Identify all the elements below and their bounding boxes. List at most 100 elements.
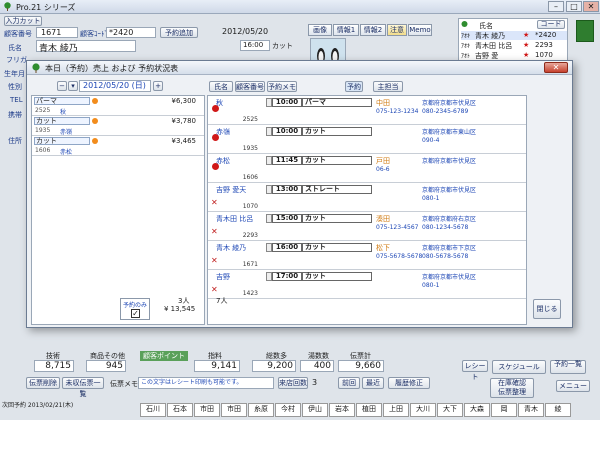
delete-slip-button[interactable]: 伝票削除 — [26, 377, 60, 389]
status-dot-icon — [92, 98, 98, 104]
status-dot-icon — [92, 138, 98, 144]
reservation-row[interactable]: ✕ 吉野 愛天 1070 13:00 ストレート 京都府京都市伏見区 080-1 — [208, 183, 526, 212]
minimize-button[interactable]: – — [548, 1, 564, 12]
close-window-button[interactable]: ✕ — [583, 1, 599, 12]
unsettled-list-button[interactable]: 未収伝票一覧 — [62, 377, 104, 398]
reservation-row[interactable]: 赤松 1606 11:45 カット 戸田 06-6 京都府京都市伏見区 — [208, 154, 526, 183]
reservation-row[interactable]: ✕ 吉野 1423 17:00 カット 京都府京都市伏見区 080-1 — [208, 270, 526, 299]
staff-cell[interactable]: 今村 — [275, 403, 301, 417]
list-header-code[interactable]: コード — [537, 20, 565, 29]
day-down-icon[interactable]: ▾ — [68, 81, 78, 91]
prev-day-button[interactable]: − — [57, 81, 67, 91]
staff-cell[interactable]: 岡 — [491, 403, 517, 417]
next-day-button[interactable]: + — [153, 81, 163, 91]
row-customer-name: 青木田 比呂 — [216, 215, 254, 223]
window-titlebar: Pro.21 シリーズ – □ ✕ — [0, 0, 600, 14]
staff-cell[interactable]: 綾 — [545, 403, 571, 417]
tab-caution[interactable]: 注意 — [387, 24, 407, 36]
staff-cell[interactable]: 上田 — [383, 403, 409, 417]
staff-cell[interactable]: 岩本 — [329, 403, 355, 417]
reservation-pane: 秋 2525 10:00 パーマ 中田 075-123-1234 京都府京都市伏… — [207, 95, 527, 325]
add-reservation-button[interactable]: 予約追加 — [160, 27, 198, 38]
cust-no-label: 顧客番号 — [4, 30, 32, 38]
row-time: 13:00 — [272, 185, 302, 194]
row-stylist: 中田 — [376, 99, 390, 107]
tab-info2[interactable]: 情報2 — [360, 24, 386, 36]
footer-value-fee: 9,141 — [194, 360, 240, 372]
reservation-column-header[interactable]: 予約 — [345, 81, 363, 92]
app-window: Pro.21 シリーズ – □ ✕ 入力カット 顧客番号 1671 顧客ｺｰﾄﾞ… — [0, 0, 600, 450]
status-dot-icon — [92, 118, 98, 124]
staff-cell[interactable]: 市田 — [194, 403, 220, 417]
sales-row[interactable]: カット 1935 赤嶺 ¥3,780 — [32, 116, 204, 136]
row-time: 11:45 — [272, 156, 302, 165]
staff-cell[interactable]: 大森 — [464, 403, 490, 417]
close-dialog-button[interactable]: 閉じる — [533, 299, 561, 319]
row-phone: 075-5678-5678 — [376, 253, 423, 260]
input-cut-tag[interactable]: 入力カット — [4, 16, 42, 26]
cust-no-field[interactable]: 1671 — [36, 27, 78, 38]
reservation-row[interactable]: ✕ 青木 綾乃 1671 16:00 カット 松下 075-5678-5678 … — [208, 241, 526, 270]
cust-code-field[interactable]: *2420 — [106, 27, 156, 38]
dialog-close-icon[interactable]: ✕ — [544, 62, 568, 73]
maximize-button[interactable]: □ — [566, 1, 582, 12]
row-customer-id: 2293 — [242, 232, 258, 239]
app-tree-icon — [3, 2, 12, 11]
staff-cell[interactable]: 市田 — [221, 403, 247, 417]
addr-label: 住所 — [8, 137, 22, 145]
list-item[interactable]: ｱｵﾄ 吉野 愛 ★ 1070 — [461, 51, 567, 60]
sort-custno-button[interactable]: 顧客番号 — [235, 81, 265, 92]
tab-info1[interactable]: 情報1 — [333, 24, 359, 36]
menu-button[interactable]: メニュー — [556, 380, 590, 392]
reservation-row[interactable]: ✕ 青木田 比呂 2293 15:00 カット 湊田 075-123-4567 … — [208, 212, 526, 241]
checkbox-icon[interactable]: ✓ — [131, 309, 140, 318]
stock-check-button[interactable]: 在庫確認 伝票整理 — [490, 378, 534, 398]
sales-id: 1935 — [35, 127, 51, 134]
staff-cell[interactable]: 大下 — [437, 403, 463, 417]
row-customer-name: 青木 綾乃 — [216, 244, 247, 252]
reservation-only-label: 予約のみ — [123, 302, 148, 309]
tab-memo[interactable]: Memo — [408, 24, 432, 36]
staff-cell[interactable]: 糸原 — [248, 403, 274, 417]
receipt-button[interactable]: レシート — [462, 360, 488, 381]
cancel-x-icon: ✕ — [211, 285, 218, 294]
sort-name-button[interactable]: 氏名 — [209, 81, 233, 92]
bg-time-field[interactable]: 16:00 — [240, 40, 270, 51]
memo-label: 伝票メモ — [110, 380, 138, 388]
staff-cell[interactable]: 大川 — [410, 403, 436, 417]
row-service: パーマ — [302, 98, 372, 107]
reservation-row[interactable]: 赤嶺 1935 10:00 カット 京都府京都市東山区 090-4 — [208, 125, 526, 154]
cancel-x-icon: ✕ — [211, 198, 218, 207]
staff-cell[interactable]: 青木 — [518, 403, 544, 417]
daily-reservation-dialog: 本日（予約）売上 および 予約状況表 ✕ − ▾ 2012/05/20 (日) … — [26, 60, 573, 328]
sales-row[interactable]: カット 1606 赤松 ¥3,465 — [32, 136, 204, 156]
window-title: Pro.21 シリーズ — [16, 3, 76, 12]
list-item[interactable]: ｱｵｷ 青木 綾乃 ★ *2420 — [461, 31, 567, 40]
footer-label-points: 顧客ポイント — [140, 351, 188, 361]
reservation-memo-button[interactable]: 予約メモ — [267, 81, 297, 92]
reservation-row[interactable]: 秋 2525 10:00 パーマ 中田 075-123-1234 京都府京都市伏… — [208, 96, 526, 125]
recent-button[interactable]: 最近 — [362, 377, 384, 389]
tab-image[interactable]: 画像 — [308, 24, 332, 36]
staff-cell[interactable]: 伊山 — [302, 403, 328, 417]
row-customer-name: 吉野 — [216, 273, 230, 281]
row-time: 10:00 — [272, 127, 302, 136]
date-field[interactable]: 2012/05/20 (日) — [79, 80, 151, 92]
next-reservation: 次回予約 2013/02/21(木) — [2, 402, 74, 409]
name-field[interactable]: 青木 綾乃 — [36, 40, 136, 54]
row-mobile: 080-1 — [422, 282, 440, 289]
tel-label: TEL — [10, 96, 23, 104]
list-item[interactable]: ｱｵｷ 青木田 比呂 ★ 2293 — [461, 41, 567, 50]
staff-cell[interactable]: 石本 — [167, 403, 193, 417]
history-edit-button[interactable]: 履歴修正 — [388, 377, 430, 389]
row-address: 京都府京都市伏見区 — [422, 274, 477, 281]
reservation-only-toggle[interactable]: 予約のみ ✓ — [120, 298, 150, 320]
stylist-column-header[interactable]: 主担当 — [373, 81, 403, 92]
slip-memo-field[interactable]: この文字はレシート印刷も可能です。 — [138, 377, 274, 389]
sales-row[interactable]: パーマ 2525 秋 ¥6,300 — [32, 96, 204, 116]
previous-button[interactable]: 前回 — [338, 377, 360, 389]
schedule-button[interactable]: スケジュール — [492, 360, 546, 374]
staff-cell[interactable]: 石川 — [140, 403, 166, 417]
staff-cell[interactable]: 植田 — [356, 403, 382, 417]
reservation-list-button[interactable]: 予約一覧 — [550, 360, 586, 374]
